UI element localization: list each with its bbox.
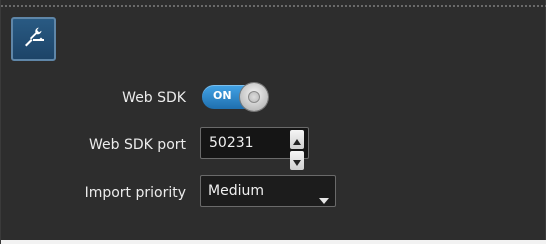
port-increment-button[interactable]: [290, 130, 304, 149]
web-sdk-port-label: Web SDK port: [89, 137, 186, 153]
port-stepper: [290, 130, 304, 170]
port-decrement-button[interactable]: [290, 151, 304, 170]
chevron-down-icon: [319, 189, 329, 204]
import-priority-label: Import priority: [84, 185, 186, 201]
settings-panel: Web SDK ON Web SDK port 50231 Import pri…: [0, 0, 546, 244]
web-sdk-port-value[interactable]: 50231: [209, 135, 254, 152]
chevron-up-icon: [293, 130, 301, 149]
toggle-knob[interactable]: [240, 83, 268, 111]
panel-top-border: [1, 5, 546, 7]
web-sdk-port-field[interactable]: 50231: [200, 127, 309, 170]
chevron-down-icon: [293, 151, 301, 170]
toggle-on-text: ON: [213, 89, 232, 102]
import-priority-select[interactable]: Medium: [200, 175, 336, 207]
panel-bottom-edge: [1, 240, 546, 244]
wrench-icon: [20, 23, 48, 55]
web-sdk-label: Web SDK: [122, 90, 186, 106]
web-sdk-toggle[interactable]: ON: [202, 83, 273, 111]
tool-button[interactable]: [11, 17, 56, 61]
import-priority-value: Medium: [208, 183, 264, 199]
